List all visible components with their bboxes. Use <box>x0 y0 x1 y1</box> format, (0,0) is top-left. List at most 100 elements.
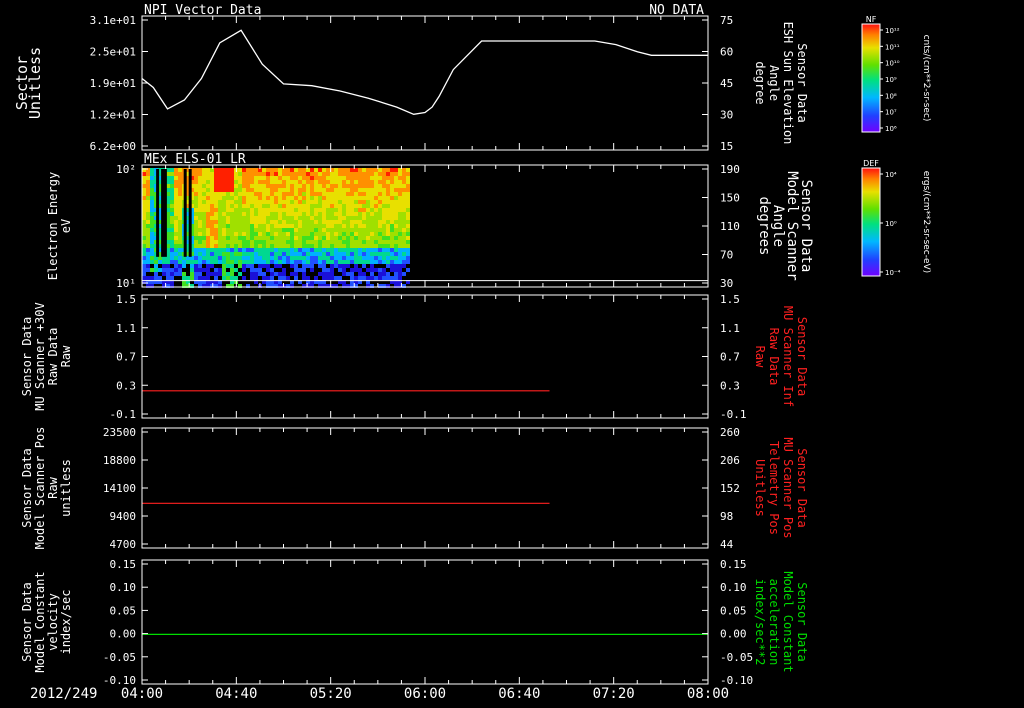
spectrogram-cell <box>282 208 286 212</box>
spectrogram-cell <box>146 256 150 260</box>
spectrogram-cell <box>170 204 174 208</box>
spectrogram-cell <box>278 212 282 216</box>
spectrogram-cell <box>150 188 154 192</box>
spectrogram-cell <box>226 168 230 172</box>
spectrogram-cell <box>290 240 294 244</box>
spectrogram-cell <box>150 168 154 172</box>
spectrogram-cell <box>342 172 346 176</box>
spectrogram-cell <box>402 244 406 248</box>
spectrogram-cell <box>146 196 150 200</box>
spectrogram-cell <box>302 260 306 264</box>
spectrogram-cell <box>338 200 342 204</box>
spectrogram-cell <box>394 248 398 252</box>
spectrogram-cell <box>270 184 274 188</box>
spectrogram-cell <box>238 232 242 236</box>
spectrogram-cell <box>210 244 214 248</box>
spectrogram-cell <box>142 256 146 260</box>
spectrogram-cell <box>150 248 154 252</box>
spectrogram-cell <box>274 232 278 236</box>
spectrogram-cell <box>234 196 238 200</box>
spectrogram-cell <box>150 176 154 180</box>
spectrogram-cell <box>178 196 182 200</box>
spectrogram-cell <box>346 252 350 256</box>
spectrogram-cell <box>270 168 274 172</box>
spectrogram-cell <box>142 180 146 184</box>
spectrogram-cell <box>174 220 178 224</box>
spectrogram-cell <box>342 268 346 272</box>
spectrogram-cell <box>338 228 342 232</box>
y-axis-label-left: Raw <box>59 345 73 367</box>
spectrogram-cell <box>294 232 298 236</box>
colorbar-nf: NF10¹²10¹¹10¹⁰10⁹10⁸10⁷10⁶cnts/(cm**2-sr… <box>861 15 931 133</box>
spectrogram-cell <box>150 236 154 240</box>
spectrogram-cell <box>210 196 214 200</box>
spectrogram-cell <box>210 228 214 232</box>
spectrogram-cell <box>222 264 226 268</box>
spectrogram-cell <box>154 264 158 268</box>
spectrogram-cell <box>198 184 202 188</box>
y-tick-label-right: 98 <box>720 510 733 523</box>
spectrogram-cell <box>342 212 346 216</box>
spectrogram-cell <box>366 184 370 188</box>
spectrogram-cell <box>246 168 250 172</box>
spectrogram-cell <box>394 276 398 280</box>
spectrogram-cell <box>270 252 274 256</box>
spectrogram-cell <box>338 252 342 256</box>
spectrogram-cell <box>314 276 318 280</box>
spectrogram-cell <box>214 256 218 260</box>
spectrogram-cell <box>294 180 298 184</box>
spectrogram-cell <box>378 192 382 196</box>
spectrogram-cell <box>202 208 206 212</box>
spectrogram-cell <box>290 188 294 192</box>
spectrogram-cell <box>254 192 258 196</box>
spectrogram-cell <box>266 208 270 212</box>
y-tick-label-left: 9400 <box>110 510 137 523</box>
spectrogram-cell <box>242 216 246 220</box>
spectrogram-cell <box>334 260 338 264</box>
spectrogram-cell <box>362 180 366 184</box>
panel-frame <box>141 15 709 151</box>
spectrogram-cell <box>210 260 214 264</box>
spectrogram-cell <box>150 244 154 248</box>
spectrogram-cell <box>210 184 214 188</box>
spectrogram-cell <box>266 196 270 200</box>
y-axis-label-right: index/sec**2 <box>753 579 767 666</box>
spectrogram-cell <box>214 204 218 208</box>
spectrogram-cell <box>298 232 302 236</box>
spectrogram-cell <box>222 216 226 220</box>
spectrogram-cell <box>294 196 298 200</box>
spectrogram-cell <box>406 220 410 224</box>
spectrogram-cell <box>286 244 290 248</box>
spectrogram-cell <box>150 200 154 204</box>
y-axis-label-left: Raw <box>46 476 60 498</box>
spectrogram-cell <box>282 212 286 216</box>
spectrogram-cell <box>278 220 282 224</box>
spectrogram-cell <box>402 216 406 220</box>
spectrogram-cell <box>326 220 330 224</box>
spectrogram-cell <box>282 216 286 220</box>
spectrogram-cell <box>174 204 178 208</box>
spectrogram-cell <box>166 272 170 276</box>
spectrogram-cell <box>254 272 258 276</box>
spectrogram-cell <box>266 252 270 256</box>
spectrogram-cell <box>350 212 354 216</box>
spectrogram-cell <box>390 244 394 248</box>
y-axis-label-right: Angle <box>767 65 781 101</box>
spectrogram-cell <box>334 188 338 192</box>
spectrogram-cell <box>406 256 410 260</box>
y-axis-label-right: ESH Sun Elevation <box>781 22 795 145</box>
y-tick-label-left: 10² <box>116 163 136 176</box>
spectrogram-cell <box>150 260 154 264</box>
spectrogram-cell <box>306 276 310 280</box>
spectrogram-cell <box>374 236 378 240</box>
spectrogram-cell <box>350 176 354 180</box>
spectrogram-cell <box>290 248 294 252</box>
spectrogram-cell <box>218 244 222 248</box>
spectrogram-cell <box>266 264 270 268</box>
spectrogram-cell <box>362 228 366 232</box>
spectrogram-cell <box>386 192 390 196</box>
spectrogram-cell <box>394 220 398 224</box>
spectrogram-cell <box>170 220 174 224</box>
spectrogram-cell <box>382 212 386 216</box>
spectrogram-cell <box>218 228 222 232</box>
